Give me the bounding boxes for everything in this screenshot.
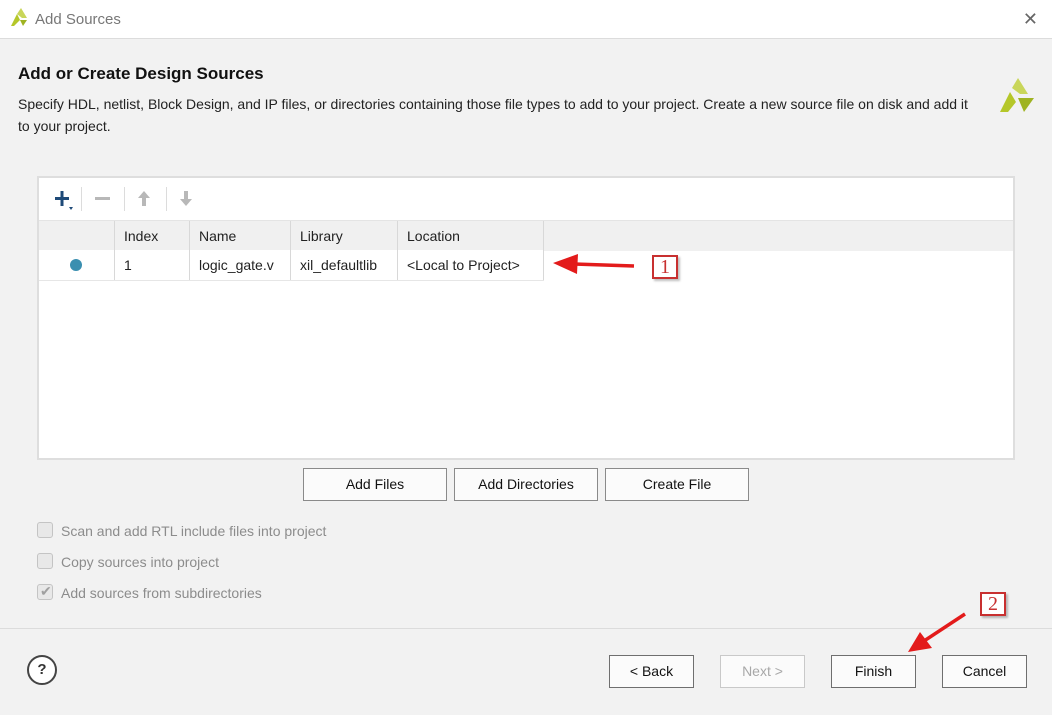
table-header: Index Name Library Location xyxy=(39,220,1013,251)
column-header-status xyxy=(39,221,115,251)
checkbox-box[interactable]: ✔ xyxy=(37,583,53,600)
next-button[interactable]: Next > xyxy=(720,655,805,688)
page-description: Specify HDL, netlist, Block Design, and … xyxy=(18,96,968,134)
checkbox-box[interactable] xyxy=(37,553,53,569)
close-icon[interactable]: ✕ xyxy=(1023,9,1038,30)
checkbox-label: Copy sources into project xyxy=(61,554,219,570)
table-toolbar xyxy=(39,178,1013,220)
checkbox-box[interactable] xyxy=(37,522,53,538)
vivado-logo-icon xyxy=(9,8,29,33)
annotation-label-2: 2 xyxy=(980,592,1006,616)
column-header-name[interactable]: Name xyxy=(190,221,291,251)
checkbox-label: Add sources from subdirectories xyxy=(61,585,262,601)
toolbar-divider xyxy=(81,187,82,211)
status-dot-icon xyxy=(70,259,82,271)
table-row[interactable]: 1 logic_gate.v xil_defaultlib <Local to … xyxy=(39,250,544,281)
checkmark-icon: ✔ xyxy=(40,583,52,599)
minus-icon[interactable] xyxy=(89,187,115,211)
checkbox-label: Scan and add RTL include files into proj… xyxy=(61,523,327,539)
footer-divider xyxy=(0,628,1052,629)
column-header-index[interactable]: Index xyxy=(115,221,190,251)
toolbar-divider xyxy=(166,187,167,211)
column-header-library[interactable]: Library xyxy=(291,221,398,251)
annotation-label-1: 1 xyxy=(652,255,678,279)
vivado-logo-icon xyxy=(998,78,1036,119)
plus-icon[interactable] xyxy=(49,187,75,211)
add-directories-button[interactable]: Add Directories xyxy=(454,468,598,501)
column-header-location[interactable]: Location xyxy=(398,221,544,251)
help-button[interactable]: ? xyxy=(27,655,57,685)
back-button[interactable]: < Back xyxy=(609,655,694,688)
annotation-arrow-2 xyxy=(908,612,966,652)
title-bar: Add Sources ✕ xyxy=(0,0,1052,39)
window-title: Add Sources xyxy=(35,11,121,28)
library-cell[interactable]: xil_defaultlib xyxy=(291,250,398,280)
add-files-button[interactable]: Add Files xyxy=(303,468,447,501)
page-title: Add or Create Design Sources xyxy=(18,64,264,83)
cancel-button[interactable]: Cancel xyxy=(942,655,1027,688)
create-file-button[interactable]: Create File xyxy=(605,468,749,501)
finish-button[interactable]: Finish xyxy=(831,655,916,688)
location-cell: <Local to Project> xyxy=(398,250,544,280)
name-cell: logic_gate.v xyxy=(190,250,291,280)
add-subdirectories-checkbox[interactable]: ✔ Add sources from subdirectories xyxy=(37,583,437,604)
copy-sources-checkbox[interactable]: Copy sources into project xyxy=(37,553,437,573)
status-cell xyxy=(39,250,115,280)
arrow-up-icon[interactable] xyxy=(131,187,157,211)
sources-panel: Index Name Library Location 1 logic_gate… xyxy=(37,176,1015,460)
scan-rtl-include-checkbox[interactable]: Scan and add RTL include files into proj… xyxy=(37,522,437,542)
toolbar-divider xyxy=(124,187,125,211)
arrow-down-icon[interactable] xyxy=(173,187,199,211)
index-cell: 1 xyxy=(115,250,190,280)
